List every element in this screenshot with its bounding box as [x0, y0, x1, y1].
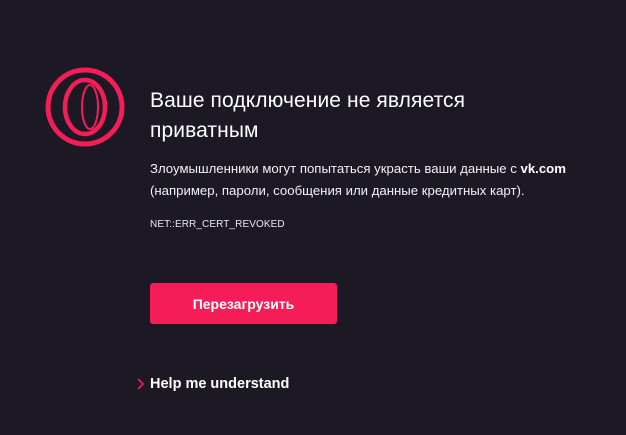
help-me-understand-link[interactable]: Help me understand [136, 376, 289, 392]
domain-name: vk.com [520, 161, 566, 176]
error-code: NET::ERR_CERT_REVOKED [150, 219, 285, 230]
description-text-before: Злоумышленники могут попытаться украсть … [150, 161, 521, 176]
reload-button[interactable]: Перезагрузить [150, 283, 337, 324]
page-title: Ваше подключение не является приватным [150, 89, 466, 142]
error-page: Ваше подключение не является приватным З… [0, 0, 626, 435]
chevron-right-icon [137, 378, 145, 390]
error-content: Ваше подключение не является приватным З… [150, 86, 570, 232]
help-link-label: Help me understand [150, 376, 290, 392]
error-description: Злоумышленники могут попытаться украсть … [150, 158, 570, 202]
opera-gx-logo-icon [45, 67, 125, 147]
description-text-after: (например, пароли, сообщения или данные … [150, 183, 525, 198]
